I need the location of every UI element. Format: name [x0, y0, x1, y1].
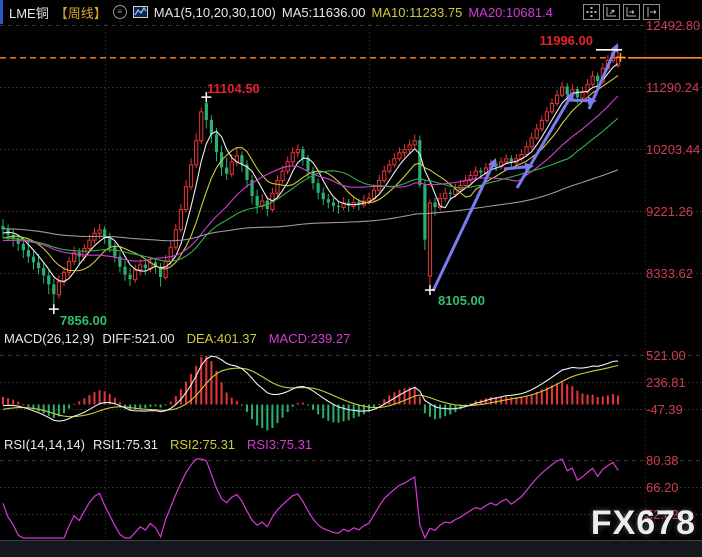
go-to-latest-icon[interactable] [643, 4, 660, 20]
rsi2-value: RSI2:75.31 [170, 437, 235, 452]
ma20-value: MA20:10681.4 [468, 5, 553, 20]
watermark: FX678 [591, 504, 696, 543]
macd-dea-value: DEA:401.37 [187, 331, 257, 346]
axis-scale-icon[interactable] [603, 4, 620, 20]
chart-toolbar [583, 4, 660, 20]
auto-scroll-icon[interactable] [623, 4, 640, 20]
trading-chart-window: LME铜 【周线】 ≡ MA1(5,10,20,30,100) MA5:1163… [0, 0, 702, 557]
timeframe-badge: 【周线】 [55, 3, 107, 22]
rsi1-value: RSI1:75.31 [93, 437, 158, 452]
rsi3-value: RSI3:75.31 [247, 437, 312, 452]
ma5-value: MA5:11636.00 [282, 5, 366, 20]
chart-canvas[interactable] [0, 0, 702, 557]
crosshair-icon[interactable] [583, 4, 600, 20]
symbol-title: LME铜 [9, 3, 49, 22]
indicator-menu-icon[interactable]: ≡ [113, 5, 127, 19]
macd-param-row: MACD(26,12,9) DIFF:521.00 DEA:401.37 MACD:2… [4, 331, 350, 346]
rsi-param-row: RSI(14,14,14) RSI1:75.31 RSI2:75.31 RSI3:75… [4, 437, 312, 452]
macd-params-label[interactable]: MACD(26,12,9) [4, 331, 94, 346]
macd-value: MACD:239.27 [269, 331, 351, 346]
chart-thumbnail-icon[interactable] [133, 6, 148, 18]
ma10-value: MA10:11233.75 [372, 5, 463, 20]
ma-settings-label[interactable]: MA1(5,10,20,30,100) [154, 5, 276, 20]
rsi-params-label[interactable]: RSI(14,14,14) [4, 437, 85, 452]
macd-diff-value: DIFF:521.00 [102, 331, 174, 346]
